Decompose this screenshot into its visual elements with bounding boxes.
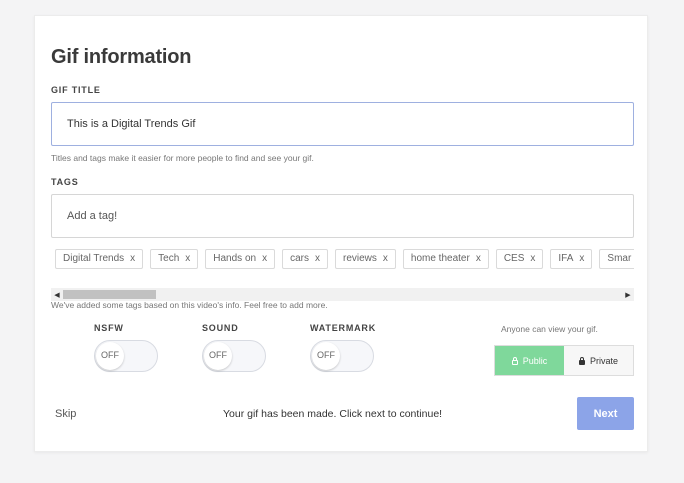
tag-chip: IFA x	[550, 248, 593, 269]
toggle-state: OFF	[101, 350, 119, 360]
sound-label: SOUND	[202, 323, 239, 333]
lock-icon	[578, 356, 585, 365]
add-tag-placeholder: Add a tag!	[67, 210, 118, 222]
tag-label: Smar	[607, 253, 632, 264]
gif-information-card: Gif information GIF TITLE This is a Digi…	[34, 15, 648, 452]
remove-tag-icon[interactable]: x	[262, 253, 267, 264]
status-message: Your gif has been made. Click next to co…	[223, 408, 443, 420]
privacy-note: Anyone can view your gif.	[501, 324, 598, 334]
remove-tag-icon[interactable]: x	[579, 253, 584, 264]
privacy-selector: Public Private	[494, 345, 634, 376]
skip-link[interactable]: Skip	[55, 408, 76, 420]
remove-tag-icon[interactable]: x	[476, 253, 481, 264]
tag-label: CES	[503, 253, 525, 264]
gif-title-input[interactable]: This is a Digital Trends Gif	[51, 102, 634, 146]
tag-chip: Digital Trends x	[55, 248, 144, 269]
next-button[interactable]: Next	[577, 397, 634, 430]
tag-chip: cars x	[282, 248, 328, 269]
tag-chip: home theater x	[402, 248, 489, 269]
page-title: Gif information	[51, 46, 192, 68]
sound-toggle[interactable]: OFF	[202, 340, 266, 372]
gif-title-helper: Titles and tags make it easier for more …	[51, 153, 314, 163]
unlock-icon	[511, 356, 518, 365]
toggle-state: OFF	[317, 350, 335, 360]
tag-label: IFA	[558, 253, 574, 264]
tag-list: Digital Trends x Tech x Hands on x cars x review…	[51, 248, 634, 272]
public-label: Public	[522, 355, 548, 366]
tag-label: reviews	[342, 253, 377, 264]
tag-label: Hands on	[213, 253, 257, 264]
gif-title-label: GIF TITLE	[51, 85, 101, 95]
remove-tag-icon[interactable]: x	[315, 253, 320, 264]
gif-title-value: This is a Digital Trends Gif	[67, 118, 196, 130]
nsfw-label: NSFW	[94, 323, 124, 333]
tag-chip: Smar	[599, 248, 634, 269]
nsfw-setting: NSFW OFF	[94, 323, 174, 372]
tag-chip: Tech x	[150, 248, 199, 269]
tag-chip: Hands on x	[205, 248, 276, 269]
tag-label: cars	[290, 253, 309, 264]
tags-helper: We've added some tags based on this vide…	[51, 300, 328, 310]
remove-tag-icon[interactable]: x	[383, 253, 388, 264]
tag-label: home theater	[410, 253, 470, 264]
watermark-label: WATERMARK	[310, 323, 377, 333]
nsfw-toggle[interactable]: OFF	[94, 340, 158, 372]
remove-tag-icon[interactable]: x	[530, 253, 535, 264]
toggle-state: OFF	[209, 350, 227, 360]
tag-label: Tech	[158, 253, 180, 264]
remove-tag-icon[interactable]: x	[185, 253, 190, 264]
tag-chip: CES x	[495, 248, 544, 269]
private-label: Private	[589, 355, 618, 366]
add-tag-input[interactable]: Add a tag!	[51, 194, 634, 238]
scrollbar-thumb[interactable]	[63, 290, 156, 299]
private-option[interactable]: Private	[564, 346, 633, 375]
tag-chip: reviews x	[334, 248, 396, 269]
tags-label: TAGS	[51, 177, 79, 187]
watermark-setting: WATERMARK OFF	[310, 323, 390, 372]
scroll-right-icon[interactable]: ▶	[622, 288, 634, 301]
remove-tag-icon[interactable]: x	[130, 253, 135, 264]
tag-label: Digital Trends	[63, 253, 125, 264]
public-option[interactable]: Public	[495, 346, 564, 375]
watermark-toggle[interactable]: OFF	[310, 340, 374, 372]
sound-setting: SOUND OFF	[202, 323, 282, 372]
